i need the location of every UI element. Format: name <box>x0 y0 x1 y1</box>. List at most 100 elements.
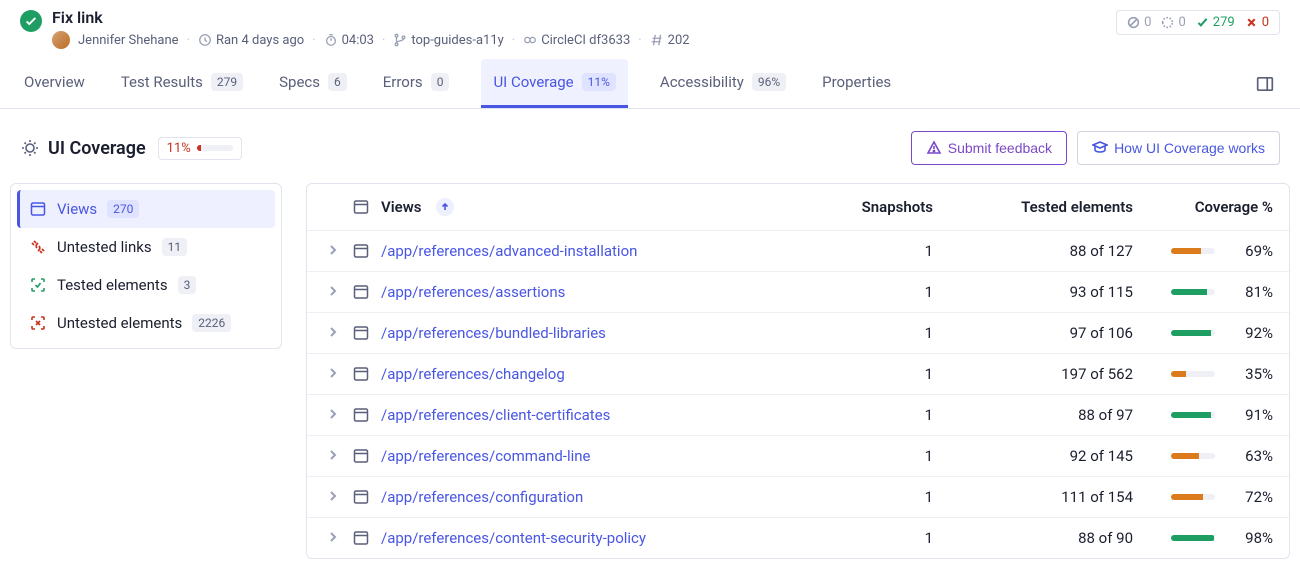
sidebar-item-untested-links[interactable]: Untested links 11 <box>17 228 275 266</box>
coverage-pct: 63% <box>1229 447 1273 465</box>
window-icon <box>353 407 381 423</box>
expand-icon[interactable] <box>313 529 353 547</box>
coverage-pct: 98% <box>1229 529 1273 547</box>
window-icon <box>353 243 381 259</box>
snapshot-count: 1 <box>793 242 933 260</box>
tab-ui-coverage[interactable]: UI Coverage11% <box>481 59 627 108</box>
ci-provider: CircleCI df3633 <box>523 33 630 48</box>
sidebar-item-label: Untested links <box>57 238 152 256</box>
view-path[interactable]: /app/references/client-certificates <box>381 406 793 424</box>
page-title: UI Coverage <box>20 138 146 159</box>
col-views[interactable]: Views <box>381 198 793 216</box>
sidebar-item-badge: 2226 <box>192 314 231 332</box>
coverage-pct: 69% <box>1229 242 1273 260</box>
submit-feedback-button[interactable]: Submit feedback <box>911 131 1067 165</box>
table-row: /app/references/advanced-installation188… <box>307 230 1289 271</box>
coverage-mini-fill <box>197 145 201 151</box>
window-icon <box>353 284 381 300</box>
sidebar-item-views[interactable]: Views270 <box>17 190 275 228</box>
snapshot-count: 1 <box>793 324 933 342</box>
sidebar-item-label: Tested elements <box>57 276 168 294</box>
col-coverage[interactable]: Coverage % <box>1133 198 1273 216</box>
window-icon <box>353 199 381 215</box>
coverage-pct: 72% <box>1229 488 1273 506</box>
sidebar-item-badge: 11 <box>162 238 188 256</box>
tested-count: 97 of 106 <box>933 324 1133 342</box>
tested-count: 92 of 145 <box>933 447 1133 465</box>
how-works-button[interactable]: How UI Coverage works <box>1077 131 1280 165</box>
stat-passed: 279 <box>1196 15 1235 30</box>
sidebar-item-untested-elements[interactable]: Untested elements2226 <box>17 304 275 342</box>
coverage-bar <box>1171 248 1215 254</box>
sidebar-item-badge: 3 <box>178 276 197 294</box>
snapshot-count: 1 <box>793 447 933 465</box>
coverage-bar <box>1171 453 1215 459</box>
table-row: /app/references/assertions193 of 11581% <box>307 271 1289 312</box>
window-icon <box>353 325 381 341</box>
tab-properties[interactable]: Properties <box>818 59 895 108</box>
tested-count: 88 of 90 <box>933 529 1133 547</box>
expand-icon[interactable] <box>313 365 353 383</box>
view-path[interactable]: /app/references/assertions <box>381 283 793 301</box>
table-row: /app/references/configuration1111 of 154… <box>307 476 1289 517</box>
col-tested[interactable]: Tested elements <box>933 198 1133 216</box>
window-icon <box>353 448 381 464</box>
table-row: /app/references/command-line192 of 145 63… <box>307 435 1289 476</box>
stat-skipped: 0 <box>1127 15 1151 30</box>
coverage-icon <box>20 138 40 158</box>
coverage-pct: 35% <box>1229 365 1273 383</box>
expand-icon[interactable] <box>313 406 353 424</box>
table-row: /app/references/content-security-policy1… <box>307 517 1289 558</box>
coverage-bar <box>1171 289 1215 295</box>
tablist: Overview Test Results279 Specs6 Errors0 … <box>20 59 895 108</box>
tested-count: 88 of 97 <box>933 406 1133 424</box>
target-x-icon <box>29 314 47 332</box>
panel-toggle-icon[interactable] <box>1250 69 1280 99</box>
ran-time: Ran 4 days ago <box>198 33 304 48</box>
tested-count: 93 of 115 <box>933 283 1133 301</box>
stat-pending: 0 <box>1161 15 1185 30</box>
view-path[interactable]: /app/references/advanced-installation <box>381 242 793 260</box>
view-path[interactable]: /app/references/changelog <box>381 365 793 383</box>
views-table: Views Snapshots Tested elements Coverage… <box>306 183 1290 559</box>
tab-specs[interactable]: Specs6 <box>275 59 351 108</box>
window-icon <box>353 530 381 546</box>
coverage-pct: 81% <box>1229 283 1273 301</box>
tested-count: 197 of 562 <box>933 365 1133 383</box>
duration: 04:03 <box>324 33 374 48</box>
expand-icon[interactable] <box>313 447 353 465</box>
expand-icon[interactable] <box>313 242 353 260</box>
author-avatar <box>52 31 70 49</box>
window-icon <box>353 366 381 382</box>
coverage-bar <box>1171 535 1215 541</box>
window-icon <box>353 489 381 505</box>
view-path[interactable]: /app/references/command-line <box>381 447 793 465</box>
stat-failed: 0 <box>1245 15 1269 30</box>
view-path[interactable]: /app/references/content-security-policy <box>381 529 793 547</box>
run-title: Fix link <box>52 8 690 27</box>
expand-icon[interactable] <box>313 324 353 342</box>
col-snapshots[interactable]: Snapshots <box>793 198 933 216</box>
coverage-bar <box>1171 494 1215 500</box>
sidebar: Views270 Untested links 11 Tested elements 3… <box>10 183 282 349</box>
snapshot-count: 1 <box>793 365 933 383</box>
tested-count: 111 of 154 <box>933 488 1133 506</box>
author-name: Jennifer Shehane <box>78 33 179 48</box>
sidebar-item-tested-elements[interactable]: Tested elements 3 <box>17 266 275 304</box>
view-path[interactable]: /app/references/bundled-libraries <box>381 324 793 342</box>
expand-icon[interactable] <box>313 283 353 301</box>
tab-errors[interactable]: Errors0 <box>379 59 454 108</box>
run-stats: 0 0 279 0 <box>1116 10 1280 35</box>
link-broken-icon <box>29 238 47 256</box>
coverage-pct: 92% <box>1229 324 1273 342</box>
view-path[interactable]: /app/references/configuration <box>381 488 793 506</box>
tab-accessibility[interactable]: Accessibility96% <box>656 59 790 108</box>
warning-icon <box>926 140 942 156</box>
sort-asc-icon[interactable] <box>436 198 454 216</box>
graduation-icon <box>1092 140 1108 156</box>
status-passed-icon <box>20 10 42 32</box>
tab-test-results[interactable]: Test Results279 <box>117 59 247 108</box>
branch: top-guides-a11y <box>393 33 503 48</box>
tab-overview[interactable]: Overview <box>20 59 89 108</box>
expand-icon[interactable] <box>313 488 353 506</box>
